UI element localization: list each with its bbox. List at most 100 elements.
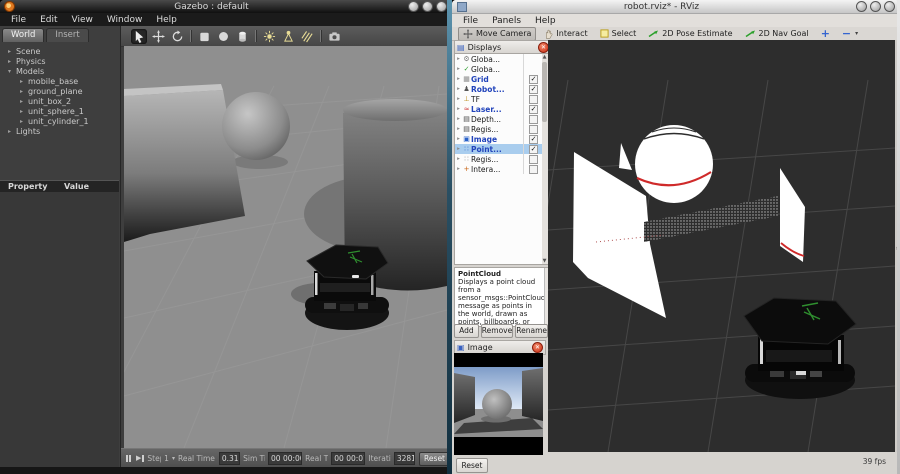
expander-icon[interactable]: ▸ xyxy=(455,56,462,62)
select-arrow-icon[interactable] xyxy=(131,29,147,44)
scroll-down-icon[interactable]: ▼ xyxy=(542,258,547,264)
menu-help[interactable]: Help xyxy=(149,15,184,25)
menu-edit[interactable]: Edit xyxy=(33,15,64,25)
scrollbar-thumb[interactable] xyxy=(542,62,547,122)
screenshot-camera-icon[interactable] xyxy=(326,29,342,44)
menu-window[interactable]: Window xyxy=(100,15,150,25)
gazebo-3d-viewport[interactable] xyxy=(124,46,447,448)
directional-light-icon[interactable] xyxy=(299,29,315,44)
steps-dropdown-icon[interactable]: ▾ xyxy=(172,455,175,462)
rviz-titlebar[interactable]: robot.rviz* - RViz xyxy=(452,0,900,14)
display-item-registered-point-cloud[interactable]: ▸∷Regis... xyxy=(455,154,543,164)
expander-icon[interactable]: ▸ xyxy=(20,87,28,97)
translate-icon[interactable] xyxy=(150,29,166,44)
display-item-depth-cloud[interactable]: ▸▤Depth... xyxy=(455,114,543,124)
checkbox[interactable] xyxy=(529,155,538,164)
display-item-global-options[interactable]: ▸⚙Globa... xyxy=(455,54,543,64)
menu-file[interactable]: File xyxy=(456,16,485,26)
remove-tool-button[interactable]: −▾ xyxy=(838,28,862,40)
point-light-icon[interactable] xyxy=(261,29,277,44)
spot-light-icon[interactable] xyxy=(280,29,296,44)
interact-tool[interactable]: Interact xyxy=(540,28,591,40)
sphere-icon[interactable] xyxy=(215,29,231,44)
rename-button[interactable]: Rename xyxy=(515,324,548,338)
unit-sphere[interactable] xyxy=(222,92,290,160)
display-item-interactive-markers[interactable]: ▸+Intera... xyxy=(455,164,543,174)
expander-icon[interactable]: ▸ xyxy=(455,86,462,92)
display-item-robot-model[interactable]: ▸♟Robot...✓ xyxy=(455,84,543,94)
expander-icon[interactable]: ▸ xyxy=(20,107,28,117)
checkbox[interactable] xyxy=(529,125,538,134)
tree-item-ground_plane[interactable]: ▸ground_plane xyxy=(0,87,120,97)
checkbox[interactable]: ✓ xyxy=(529,135,538,144)
pause-button[interactable] xyxy=(126,455,131,462)
display-item-registered-depth-cloud[interactable]: ▸▤Regis... xyxy=(455,124,543,134)
display-item-image[interactable]: ▸▣Image✓ xyxy=(455,134,543,144)
tree-item-scene[interactable]: ▸Scene xyxy=(0,47,120,57)
steps-value[interactable]: 1 xyxy=(164,454,169,463)
close-button[interactable] xyxy=(884,1,895,12)
tree-item-lights[interactable]: ▸Lights xyxy=(0,127,120,137)
expander-icon[interactable]: ▸ xyxy=(455,156,462,162)
tree-item-models[interactable]: ▾Models xyxy=(0,67,120,77)
checkbox[interactable] xyxy=(529,115,538,124)
tree-item-unit_box_2[interactable]: ▸unit_box_2 xyxy=(0,97,120,107)
checkbox[interactable]: ✓ xyxy=(529,75,538,84)
rviz-3d-view[interactable] xyxy=(548,40,895,452)
display-item-laser-scan[interactable]: ▸≈Laser...✓ xyxy=(455,104,543,114)
tab-insert[interactable]: Insert xyxy=(46,28,88,42)
expander-icon[interactable]: ▸ xyxy=(20,117,28,127)
close-button[interactable] xyxy=(436,1,447,12)
add-tool-button[interactable]: + xyxy=(817,28,834,40)
checkbox[interactable]: ✓ xyxy=(529,105,538,114)
maximize-button[interactable] xyxy=(870,1,881,12)
expander-icon[interactable]: ▸ xyxy=(455,166,462,172)
expander-icon[interactable]: ▸ xyxy=(455,76,462,82)
expander-icon[interactable]: ▸ xyxy=(455,106,462,112)
rotate-icon[interactable] xyxy=(169,29,185,44)
expander-icon[interactable]: ▸ xyxy=(455,136,462,142)
checkbox[interactable] xyxy=(529,165,538,174)
tree-item-physics[interactable]: ▸Physics xyxy=(0,57,120,67)
reset-button[interactable]: Reset xyxy=(419,452,450,466)
nav-goal-tool[interactable]: 2D Nav Goal xyxy=(741,28,813,40)
turtlebot-model[interactable] xyxy=(744,298,856,399)
menu-view[interactable]: View xyxy=(65,15,100,25)
expander-icon[interactable]: ▸ xyxy=(455,116,462,122)
checkbox[interactable]: ✓ xyxy=(529,85,538,94)
expander-icon[interactable]: ▸ xyxy=(8,57,16,67)
checkbox[interactable] xyxy=(529,95,538,104)
menu-panels[interactable]: Panels xyxy=(485,16,528,26)
box-icon[interactable] xyxy=(196,29,212,44)
tree-item-unit_cylinder_1[interactable]: ▸unit_cylinder_1 xyxy=(0,117,120,127)
display-item-tf[interactable]: ▸⊥TF xyxy=(455,94,543,104)
tree-item-unit_sphere_1[interactable]: ▸unit_sphere_1 xyxy=(0,107,120,117)
close-icon[interactable]: ✕ xyxy=(532,342,543,353)
expander-icon[interactable]: ▾ xyxy=(8,67,16,77)
expander-icon[interactable]: ▸ xyxy=(20,97,28,107)
expander-icon[interactable]: ▸ xyxy=(455,126,462,132)
expander-icon[interactable]: ▸ xyxy=(8,47,16,57)
expander-icon[interactable]: ▸ xyxy=(455,146,462,152)
menu-help[interactable]: Help xyxy=(528,16,563,26)
expander-icon[interactable]: ▸ xyxy=(20,77,28,87)
move-camera-tool[interactable]: Move Camera xyxy=(458,27,536,41)
remove-button[interactable]: Remove xyxy=(481,324,513,338)
tree-item-mobile_base[interactable]: ▸mobile_base xyxy=(0,77,120,87)
display-item-grid[interactable]: ▸▦Grid✓ xyxy=(455,74,543,84)
menu-file[interactable]: File xyxy=(4,15,33,25)
maximize-button[interactable] xyxy=(422,1,433,12)
scroll-up-icon[interactable]: ▲ xyxy=(542,54,547,60)
cylinder-icon[interactable] xyxy=(234,29,250,44)
pose-estimate-tool[interactable]: 2D Pose Estimate xyxy=(644,28,736,40)
checkbox[interactable]: ✓ xyxy=(529,145,538,154)
expander-icon[interactable]: ▸ xyxy=(455,66,462,72)
minimize-button[interactable] xyxy=(856,1,867,12)
expander-icon[interactable]: ▸ xyxy=(455,96,462,102)
step-button[interactable]: ▶ xyxy=(136,455,144,462)
display-item-global-status[interactable]: ▸✓Globa... xyxy=(455,64,543,74)
minimize-button[interactable] xyxy=(408,1,419,12)
select-tool[interactable]: Select xyxy=(596,28,641,40)
tab-world[interactable]: World xyxy=(2,28,44,42)
display-item-point-cloud[interactable]: ▸∷Point...✓ xyxy=(455,144,543,154)
